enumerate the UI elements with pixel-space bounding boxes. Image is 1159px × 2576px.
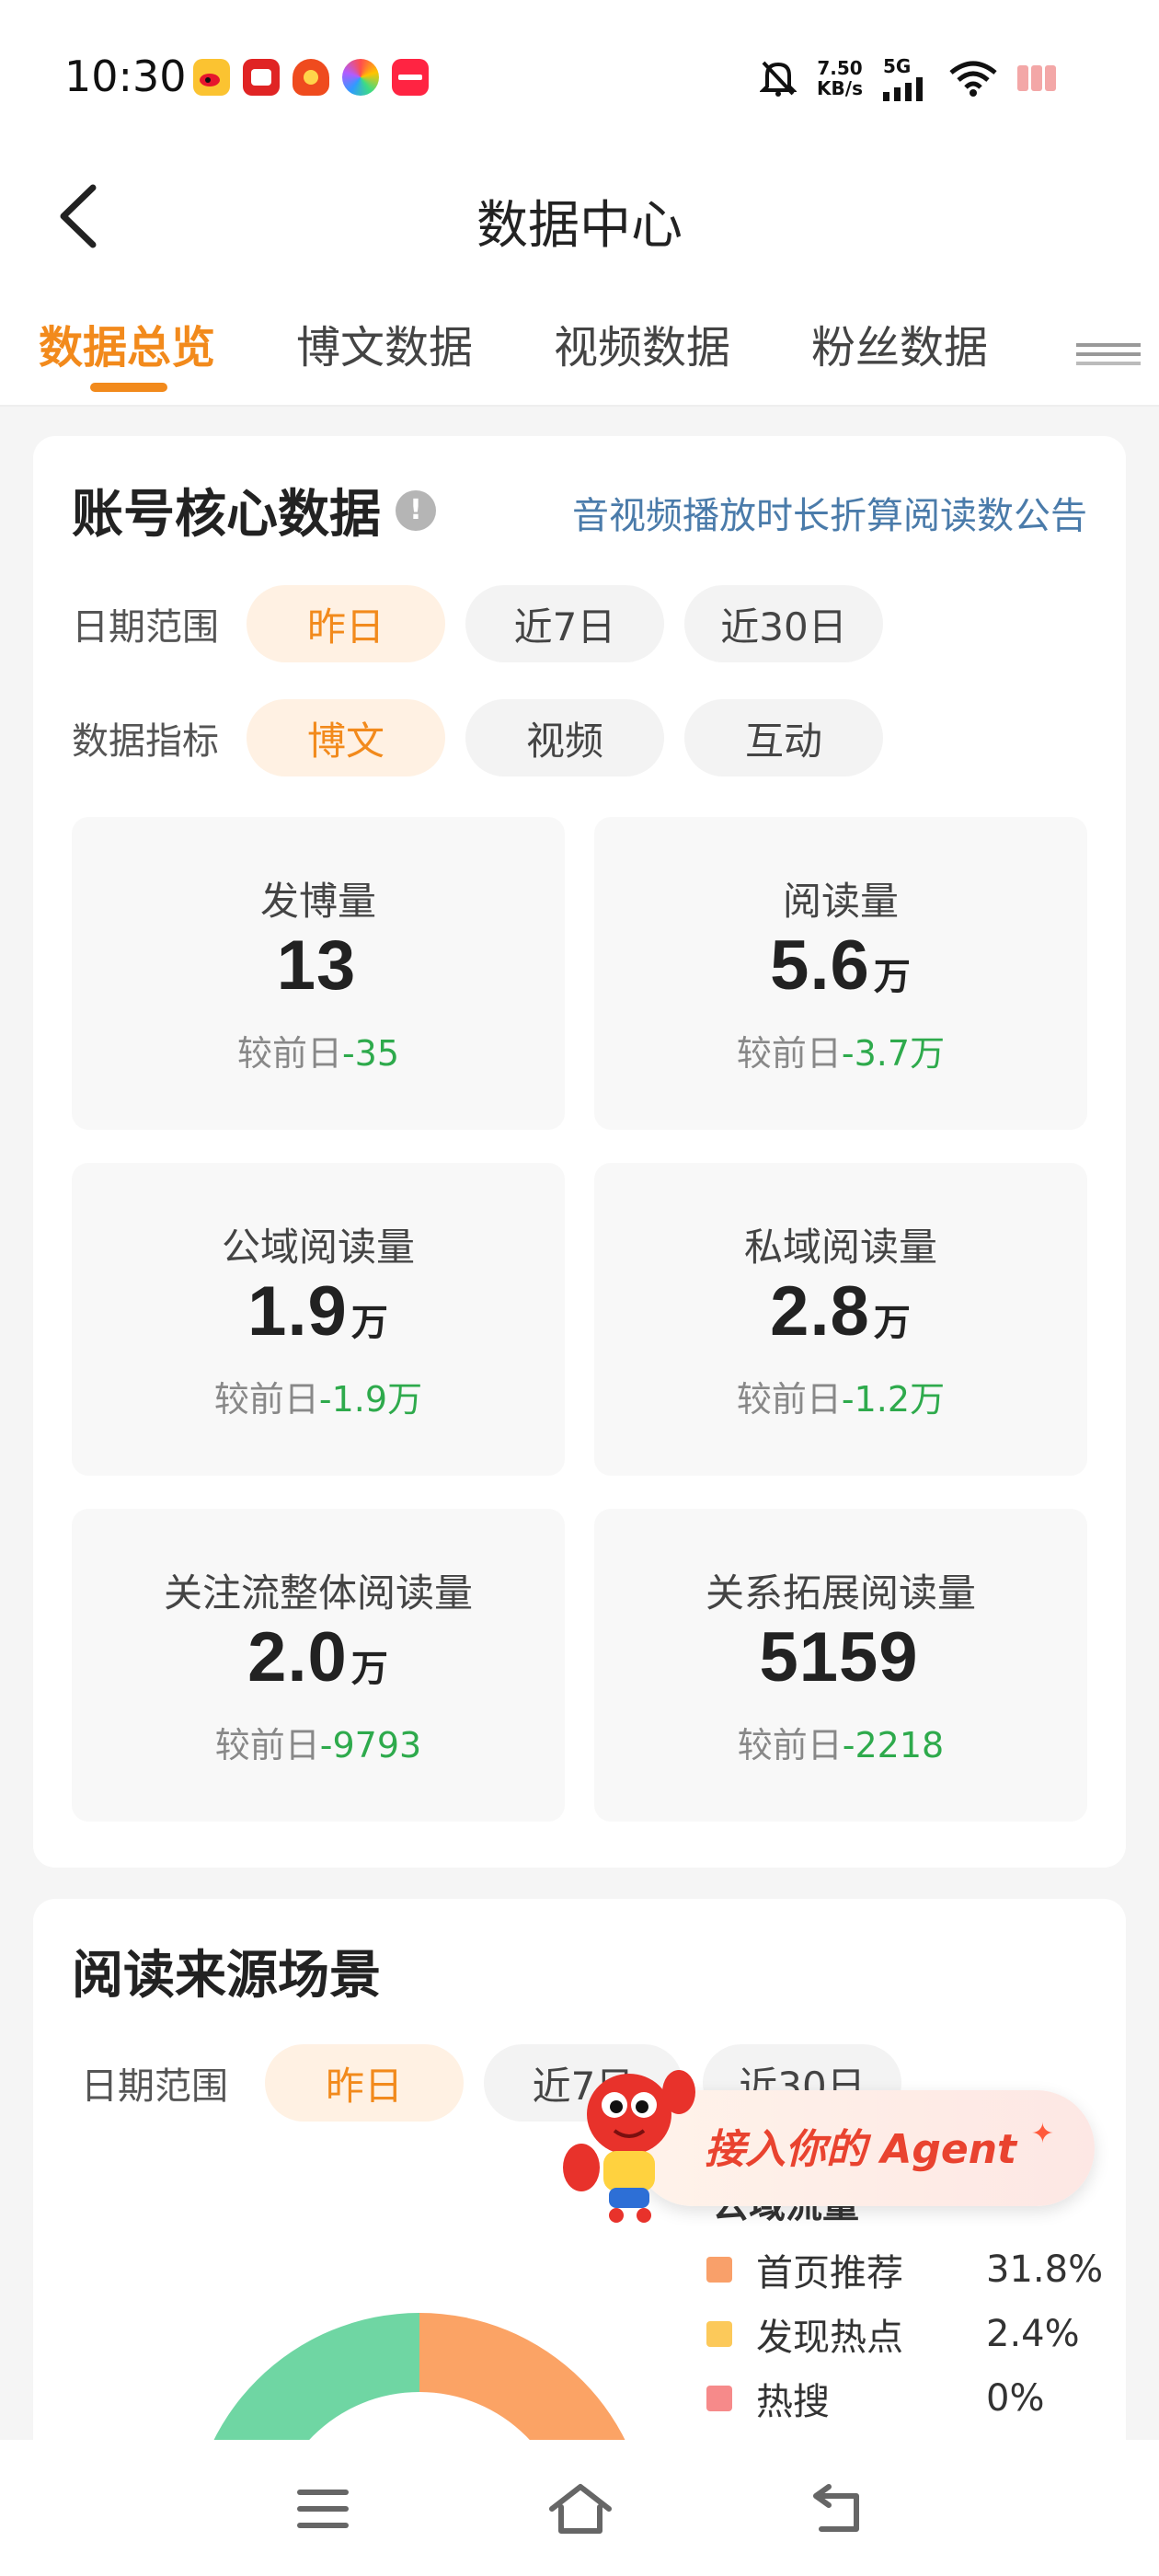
tab-video-data[interactable]: 视频数据 xyxy=(554,311,730,375)
legend-item: 热搜 0% xyxy=(706,2366,1111,2431)
battery-icon xyxy=(1017,65,1056,91)
mascot-icon[interactable] xyxy=(556,2057,703,2223)
metric-type-filter: 数据指标 博文 视频 互动 xyxy=(72,699,903,776)
status-time: 10:30 xyxy=(64,52,187,101)
network-speed: 7.50 KB/s xyxy=(817,57,863,99)
back-nav-button[interactable] xyxy=(797,2467,879,2550)
core-data-card: 账号核心数据 ! 音视频播放时长折算阅读数公告 日期范围 昨日 近7日 近30日… xyxy=(33,436,1126,1868)
metrics-grid: 发博量 13 较前日-35 阅读量 5.6 万 较前日-3.7万 公域阅读量 1.… xyxy=(72,817,1087,1822)
active-tab-indicator xyxy=(90,383,167,392)
legend-swatch xyxy=(706,2386,732,2411)
playback-notice-link[interactable]: 音视频播放时长折算阅读数公告 xyxy=(572,486,1087,539)
source-legend: 首页推荐 31.8% 发现热点 2.4% 热搜 0% xyxy=(706,2237,1111,2431)
date-range-filter: 日期范围 昨日 近7日 近30日 xyxy=(72,585,903,662)
app-red-icon xyxy=(243,59,280,96)
weibo-icon xyxy=(193,59,230,96)
xiaohongshu-icon xyxy=(392,59,429,96)
sparkle-icon: ✦ xyxy=(1030,2118,1054,2150)
tab-bar: 数据总览 博文数据 视频数据 粉丝数据 xyxy=(0,285,1159,407)
metric-card-reads[interactable]: 阅读量 5.6 万 较前日-3.7万 xyxy=(594,817,1087,1130)
status-bar: 10:30 7.50 KB/s 5G xyxy=(0,0,1159,156)
tab-overview[interactable]: 数据总览 xyxy=(39,311,215,375)
date-yesterday-chip[interactable]: 昨日 xyxy=(247,585,445,662)
legend-swatch xyxy=(706,2321,732,2347)
metric-card-relation-reads[interactable]: 关系拓展阅读量 5159 较前日-2218 xyxy=(594,1509,1087,1822)
agent-banner[interactable]: 接入你的 Agent ✦ xyxy=(635,2090,1095,2206)
metric-posts-chip[interactable]: 博文 xyxy=(247,699,445,776)
menu-icon xyxy=(297,2490,349,2528)
metric-type-label: 数据指标 xyxy=(72,720,219,763)
metric-interaction-chip[interactable]: 互动 xyxy=(684,699,883,776)
more-tabs-icon[interactable] xyxy=(1076,313,1159,368)
menu-button[interactable] xyxy=(281,2467,364,2550)
legend-swatch xyxy=(706,2257,732,2283)
tab-post-data[interactable]: 博文数据 xyxy=(296,311,473,375)
home-icon xyxy=(549,2484,612,2534)
app-orange-icon xyxy=(293,59,329,96)
legend-item: 发现热点 2.4% xyxy=(706,2302,1111,2366)
info-icon[interactable]: ! xyxy=(396,489,436,531)
agent-banner-text: 接入你的 Agent xyxy=(705,2126,1017,2173)
date-7days-chip[interactable]: 近7日 xyxy=(465,585,664,662)
metric-card-public-reads[interactable]: 公域阅读量 1.9 万 较前日-1.9万 xyxy=(72,1163,565,1476)
metric-card-posts[interactable]: 发博量 13 较前日-35 xyxy=(72,817,565,1130)
mute-icon xyxy=(760,61,798,97)
date-range-label: 日期范围 xyxy=(72,606,219,649)
core-data-title: 账号核心数据 ! xyxy=(72,473,436,547)
status-right-icons: 7.50 KB/s 5G xyxy=(760,55,1058,101)
page-title: 数据中心 xyxy=(476,196,683,256)
status-app-icons xyxy=(193,59,429,96)
legend-item: 首页推荐 31.8% xyxy=(706,2237,1111,2302)
app-header: 数据中心 xyxy=(0,156,1159,285)
tab-fan-data[interactable]: 粉丝数据 xyxy=(811,311,988,375)
metric-card-private-reads[interactable]: 私域阅读量 2.8 万 较前日-1.2万 xyxy=(594,1163,1087,1476)
home-button[interactable] xyxy=(539,2467,622,2550)
back-nav-icon xyxy=(813,2484,859,2532)
sources-date-yesterday-chip[interactable]: 昨日 xyxy=(265,2044,464,2122)
metric-card-follow-feed-reads[interactable]: 关注流整体阅读量 2.0 万 较前日-9793 xyxy=(72,1509,565,1822)
sources-date-range-label: 日期范围 xyxy=(81,2065,228,2108)
metric-video-chip[interactable]: 视频 xyxy=(465,699,664,776)
date-30days-chip[interactable]: 近30日 xyxy=(684,585,883,662)
system-nav-bar xyxy=(0,2440,1159,2576)
photos-icon xyxy=(342,59,379,96)
wifi-icon xyxy=(949,61,997,97)
read-sources-title: 阅读来源场景 xyxy=(72,1946,381,2006)
signal-icon: 5G xyxy=(883,55,929,101)
